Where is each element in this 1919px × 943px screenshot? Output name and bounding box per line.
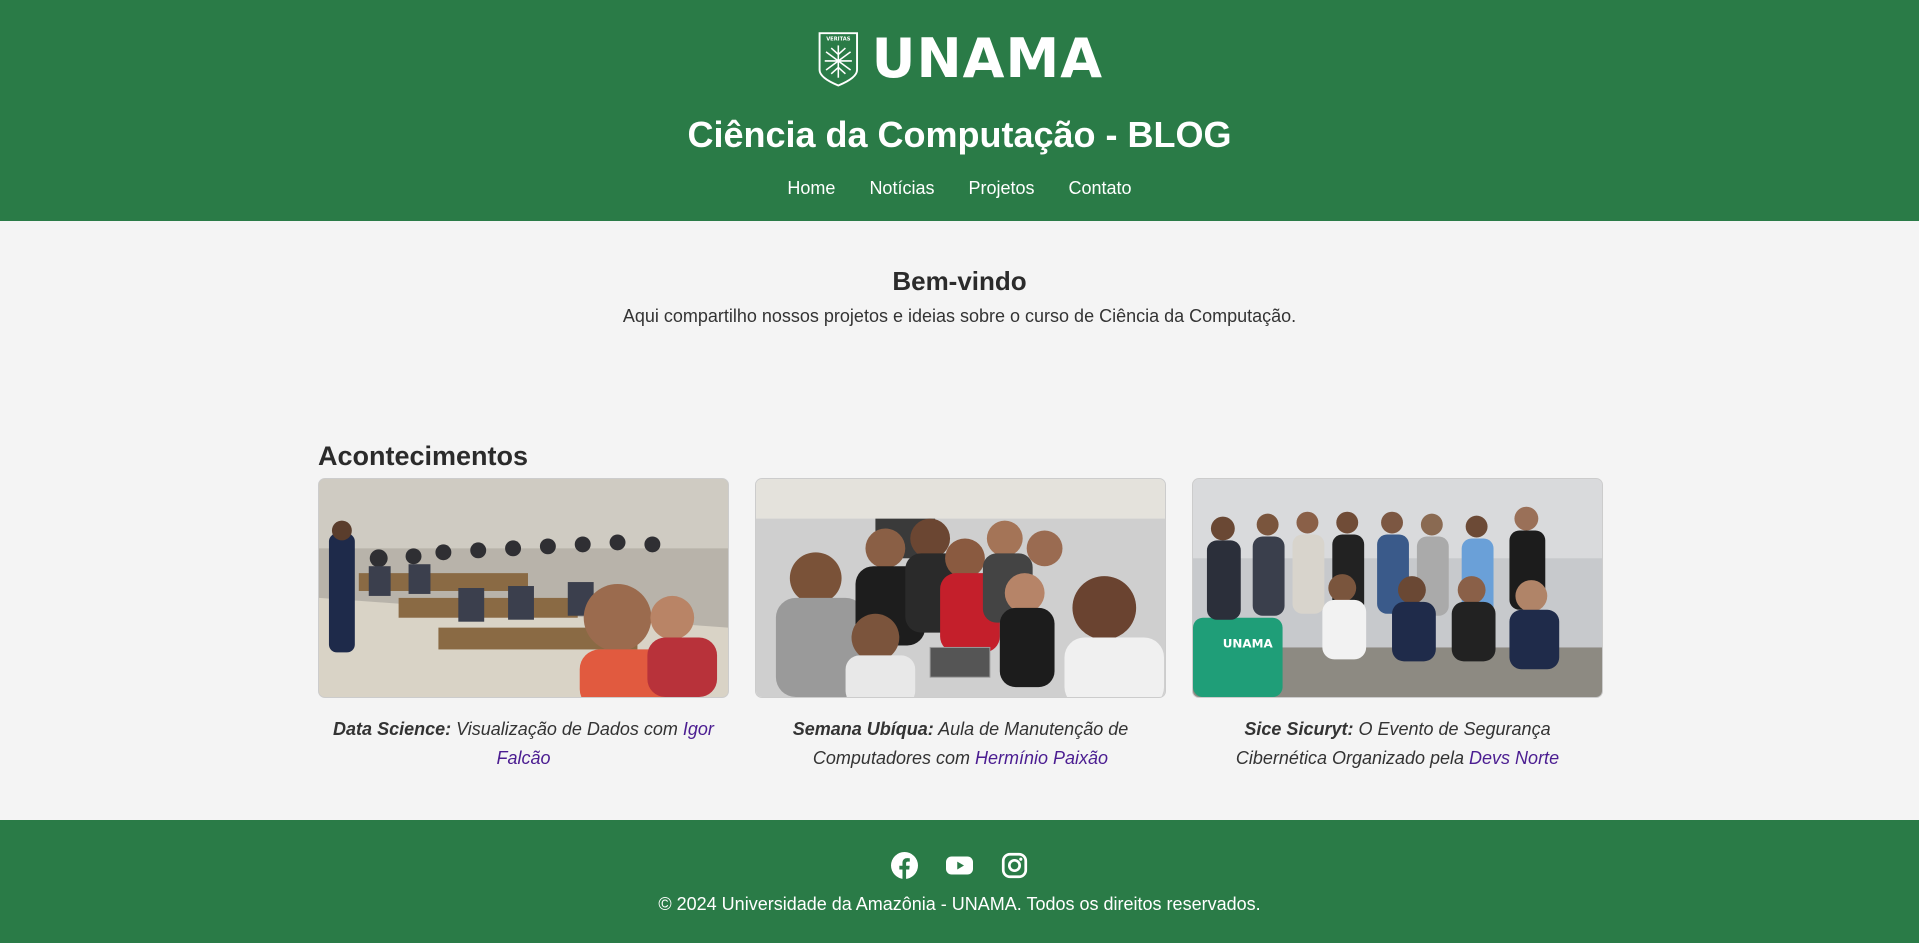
event-name: Data Science: [333,719,452,739]
organizer-link[interactable]: Devs Norte [1469,748,1559,768]
nav-contato[interactable]: Contato [1069,178,1132,199]
youtube-icon [946,856,973,875]
event-caption-3: Sice Sicuryt: O Evento de Segurança Cibe… [1192,715,1603,773]
instagram-link[interactable] [1001,852,1028,879]
speaker-link[interactable]: Hermínio Paixão [975,748,1108,768]
group-selfie-image [756,479,1165,697]
welcome-title: Bem-vindo [892,266,1027,296]
event-photo-3[interactable]: UNAMA [1192,478,1603,698]
social-links [0,852,1919,879]
nav-noticias[interactable]: Notícias [869,178,934,199]
unama-logo[interactable]: VERITAS UNAMA [817,16,1103,102]
event-photo-1[interactable] [318,478,729,698]
svg-text:UNAMA: UNAMA [1223,636,1274,650]
event-caption-2: Semana Ubíqua: Aula de Manutenção de Com… [755,715,1166,773]
events-cards: Data Science: Visualização de Dados com … [318,478,1603,773]
nav-home[interactable]: Home [787,178,835,199]
svg-text:VERITAS: VERITAS [826,36,851,42]
copyright-text: © 2024 Universidade da Amazônia - UNAMA.… [658,894,1261,914]
event-description: Visualização de Dados com [451,719,683,739]
main-nav: Home Notícias Projetos Contato [0,178,1919,199]
event-caption-1: Data Science: Visualização de Dados com … [318,715,729,773]
event-name: Sice Sicuryt: [1244,719,1354,739]
event-card-sice-sicuryt: UNAMA Sice Sicuryt: O Evento de Seguranç… [1192,478,1603,773]
youtube-link[interactable] [946,852,973,879]
welcome-text: Aqui compartilho nossos projetos e ideia… [622,306,1297,326]
site-title: Ciência da Computação - BLOG [687,114,1232,155]
facebook-link[interactable] [891,852,918,879]
event-name: Semana Ubíqua: [792,719,934,739]
site-footer: © 2024 Universidade da Amazônia - UNAMA.… [0,820,1919,943]
site-header: VERITAS UNAMA Ciência da Computação - BL… [0,0,1919,221]
event-card-data-science: Data Science: Visualização de Dados com … [318,478,729,773]
events-section-title: Acontecimentos [318,441,529,471]
event-photo-2[interactable] [755,478,1166,698]
nav-projetos[interactable]: Projetos [968,178,1034,199]
logo-text: UNAMA [871,27,1103,90]
facebook-icon [891,852,918,879]
group-photo-image: UNAMA [1193,479,1602,697]
instagram-icon [1001,852,1028,879]
shield-logo-icon: VERITAS [818,32,859,87]
group-photo-image [319,479,728,697]
event-card-semana-ubiqua: Semana Ubíqua: Aula de Manutenção de Com… [755,478,1166,773]
